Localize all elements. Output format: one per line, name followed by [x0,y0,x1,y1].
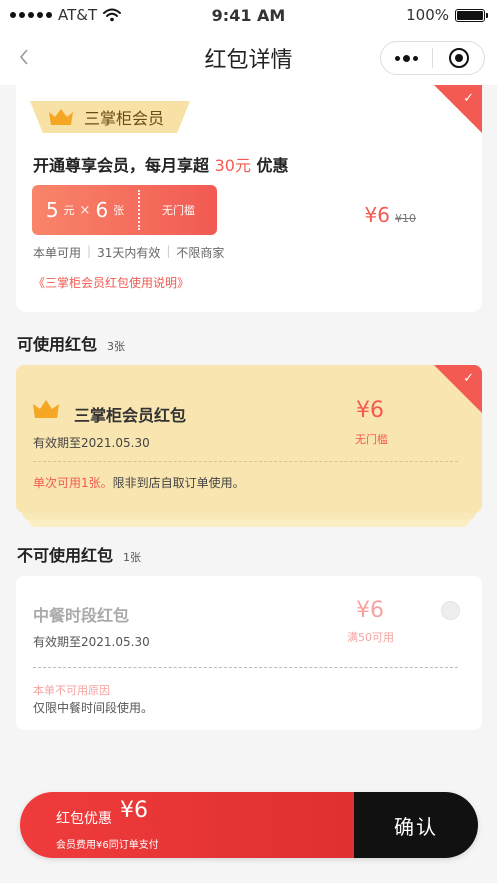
price-current: ¥6 [364,203,390,227]
crown-icon [49,109,73,125]
coupon-divider [33,461,458,462]
rule-highlight: 单次可用1张。 [33,476,113,490]
coupon-value: ¥6 [356,398,384,423]
unusable-title-text: 不可使用红包 [17,546,114,565]
carrier-label: AT&T [58,6,98,24]
headline-suffix: 优惠 [256,156,289,175]
feature-item: 本单可用 [33,246,82,260]
discount-summary: 红包优惠 ¥6 会员费用¥6同订单支付 [20,792,354,858]
disabled-radio [441,601,460,620]
member-usage-link[interactable]: 《三掌柜会员红包使用说明》 [33,274,189,291]
close-ring-icon [448,48,469,68]
back-arrow-icon [19,49,28,65]
ticket-threshold: 无门槛 [162,204,195,217]
discount-label: 红包优惠 [56,811,112,827]
feature-item: 31天内有效 [97,246,161,260]
ticket-amount: 5 元 × 6 张 [32,185,138,235]
reason-text: 仅限中餐时间段使用。 [33,701,154,715]
selected-corner: ✓ [434,365,482,413]
discount-sub: 会员费用¥6同订单支付 [56,840,159,851]
usable-count: 3张 [107,340,126,353]
price-original: ¥10 [395,212,416,225]
coupon-value: ¥6 [356,598,384,623]
coupon-name: 中餐时段红包 [33,606,130,625]
status-left: AT&T [10,6,122,24]
more-icon [395,55,400,61]
unusable-section-title: 不可使用红包 1张 [17,542,141,566]
back-button[interactable] [12,43,36,71]
ticket-times: × [79,202,91,218]
member-tag: 三掌柜会员 [30,101,190,133]
member-tag-label: 三掌柜会员 [84,109,165,128]
discount-amount: ¥6 [120,798,148,823]
coupon-name: 三掌柜会员红包 [74,406,187,425]
headline-amount: 30元 [214,156,251,175]
coupon-expiry: 有效期至2021.05.30 [33,635,150,649]
status-right: 100% [406,6,488,24]
check-icon: ✓ [463,371,474,386]
check-icon: ✓ [463,91,474,106]
unusable-coupon-card: 中餐时段红包 有效期至2021.05.30 ¥6 满50可用 本单不可用原因 仅… [16,576,482,730]
confirm-button[interactable]: 确认 [354,792,478,858]
usable-title-text: 可使用红包 [17,335,98,354]
feature-item: 不限商家 [176,246,225,260]
usable-section-title: 可使用红包 3张 [17,331,125,355]
status-bar: AT&T 9:41 AM 100% [0,0,497,30]
coupon-condition: 满50可用 [347,631,394,644]
wifi-icon [103,8,122,22]
ticket-value: 5 [45,198,59,222]
member-features: 本单可用 | 31天内有效 | 不限商家 [33,244,224,261]
ticket-value-unit: 元 [63,204,75,217]
coupon-rule: 单次可用1张。限非到店自取订单使用。 [33,474,245,491]
member-card[interactable]: ✓ 三掌柜会员 开通尊享会员，每月享超 30元 优惠 5 元 × 6 张 无门槛… [16,85,482,312]
headline-prefix: 开通尊享会员，每月享超 [33,156,210,175]
ticket-divider [138,190,140,230]
more-button[interactable] [381,42,432,74]
signal-dots-icon [10,12,52,18]
reason-title: 本单不可用原因 [33,684,110,697]
close-button[interactable] [433,42,484,74]
nav-bar: 红包详情 [0,30,497,85]
coupon-divider [33,667,458,668]
member-price: ¥6 ¥10 [365,203,416,227]
feature-divider: | [166,244,171,258]
ticket-count-unit: 张 [113,204,125,217]
feature-divider: | [87,244,92,258]
usable-coupon-card[interactable]: ✓ 三掌柜会员红包 有效期至2021.05.30 ¥6 无门槛 单次可用1张。限… [16,365,482,513]
coupon-expiry: 有效期至2021.05.30 [33,436,150,450]
coupon-condition: 无门槛 [355,433,388,446]
bottom-action-bar: 红包优惠 ¥6 会员费用¥6同订单支付 确认 [20,792,478,858]
ticket-count: 6 [95,198,109,222]
crown-slot [32,399,60,423]
unusable-count: 1张 [123,551,142,564]
battery-icon [455,8,488,22]
selected-corner: ✓ [434,85,482,133]
mini-program-capsule [380,41,485,75]
member-headline: 开通尊享会员，每月享超 30元 优惠 [33,152,289,176]
battery-percent: 100% [406,6,449,24]
rule-text: 限非到店自取订单使用。 [112,476,245,490]
page-title: 红包详情 [204,47,293,73]
member-coupon-ticket: 5 元 × 6 张 无门槛 [32,185,217,235]
crown-icon [33,400,59,418]
